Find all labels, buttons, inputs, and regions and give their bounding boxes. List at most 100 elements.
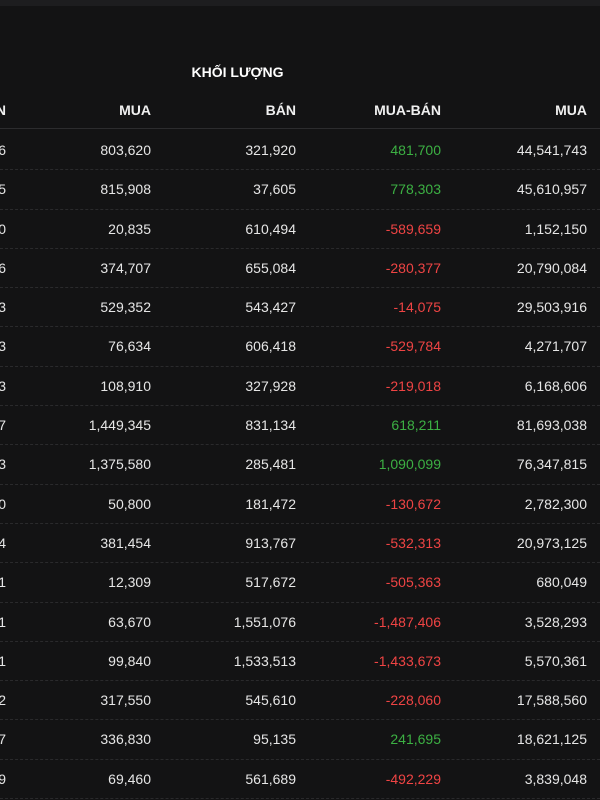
table-row[interactable]: 5 815,908 37,605 778,303 45,610,957 (0, 170, 600, 210)
cell-clipped: 3 (0, 338, 6, 355)
cell-net-volume: -228,060 (385, 692, 441, 709)
cell-buy-volume: 1,449,345 (88, 417, 151, 434)
cell-buy-value: 44,541,743 (516, 142, 587, 158)
cell-buy-value: 76,347,815 (516, 456, 587, 473)
cell-clipped: 6 (0, 259, 6, 276)
cell-sell-volume: 327,928 (245, 377, 296, 394)
cell-sell-volume: 37,605 (253, 181, 296, 198)
column-header-buy-value[interactable]: MUA (555, 96, 587, 124)
table-row[interactable]: 7 336,830 95,135 241,695 18,621,125 (0, 720, 600, 760)
table-row[interactable]: 9 69,460 561,689 -492,229 3,839,048 (0, 760, 600, 800)
cell-buy-value: 18,621,125 (516, 731, 587, 748)
cell-sell-volume: 285,481 (245, 456, 296, 473)
cell-net-volume: -529,784 (385, 338, 441, 355)
cell-clipped: 3 (0, 299, 6, 316)
cell-buy-volume: 1,375,580 (88, 456, 151, 473)
cell-clipped: 3 (0, 377, 6, 394)
table-row[interactable]: 0 50,800 181,472 -130,672 2,782,300 (0, 485, 600, 524)
top-bar (0, 0, 600, 6)
cell-net-volume: 481,700 (390, 142, 441, 158)
table-row[interactable]: 0 20,835 610,494 -589,659 1,152,150 (0, 210, 600, 249)
cell-buy-value: 29,503,916 (516, 299, 587, 316)
cell-net-volume: -1,487,406 (374, 613, 441, 630)
cell-buy-volume: 69,460 (108, 770, 151, 787)
cell-net-volume: -505,363 (385, 574, 441, 591)
cell-buy-value: 20,973,125 (516, 534, 587, 551)
column-header-row: N MUA BÁN MUA-BÁN MUA (0, 96, 600, 124)
cell-sell-volume: 913,767 (245, 534, 296, 551)
cell-buy-volume: 63,670 (108, 613, 151, 630)
cell-buy-volume: 76,634 (108, 338, 151, 355)
column-header-buy[interactable]: MUA (119, 96, 151, 124)
table-row[interactable]: 6 803,620 321,920 481,700 44,541,743 (0, 131, 600, 171)
table-row[interactable]: 3 529,352 543,427 -14,075 29,503,916 (0, 288, 600, 328)
table-row[interactable]: 6 374,707 655,084 -280,377 20,790,084 (0, 249, 600, 289)
cell-buy-volume: 336,830 (100, 731, 151, 748)
cell-net-volume: -532,313 (385, 534, 441, 551)
table-row[interactable]: 3 108,910 327,928 -219,018 6,168,606 (0, 367, 600, 407)
cell-buy-volume: 815,908 (100, 181, 151, 198)
cell-clipped: 5 (0, 181, 6, 198)
cell-sell-volume: 1,551,076 (233, 613, 296, 630)
cell-sell-volume: 181,472 (245, 495, 296, 512)
cell-net-volume: -219,018 (385, 377, 441, 394)
cell-buy-value: 81,693,038 (516, 417, 587, 434)
cell-net-volume: -280,377 (385, 259, 441, 276)
cell-sell-volume: 95,135 (253, 731, 296, 748)
cell-buy-volume: 20,835 (108, 220, 151, 237)
cell-buy-value: 17,588,560 (516, 692, 587, 709)
cell-sell-volume: 543,427 (245, 299, 296, 316)
table-row[interactable]: 3 76,634 606,418 -529,784 4,271,707 (0, 327, 600, 367)
cell-clipped: 7 (0, 731, 6, 748)
cell-buy-volume: 108,910 (100, 377, 151, 394)
cell-sell-volume: 517,672 (245, 574, 296, 591)
cell-buy-value: 4,271,707 (524, 338, 587, 355)
table-row[interactable]: 3 1,375,580 285,481 1,090,099 76,347,815 (0, 445, 600, 485)
cell-net-volume: 241,695 (390, 731, 441, 748)
cell-clipped: 3 (0, 456, 6, 473)
table-row[interactable]: 2 317,550 545,610 -228,060 17,588,560 (0, 681, 600, 721)
cell-sell-volume: 545,610 (245, 692, 296, 709)
table-row[interactable]: 1 99,840 1,533,513 -1,433,673 5,570,361 (0, 642, 600, 682)
table-row[interactable]: 4 381,454 913,767 -532,313 20,973,125 (0, 524, 600, 564)
cell-clipped: 1 (0, 613, 6, 630)
cell-buy-value: 3,528,293 (524, 613, 587, 630)
cell-sell-volume: 831,134 (245, 417, 296, 434)
column-header-net[interactable]: MUA-BÁN (374, 96, 441, 124)
cell-buy-value: 2,782,300 (524, 495, 587, 512)
cell-buy-volume: 99,840 (108, 652, 151, 669)
cell-clipped: 0 (0, 495, 6, 512)
cell-sell-volume: 610,494 (245, 220, 296, 237)
cell-net-volume: 1,090,099 (378, 456, 441, 473)
cell-buy-volume: 803,620 (100, 142, 151, 158)
cell-net-volume: 618,211 (391, 417, 441, 434)
cell-buy-volume: 12,309 (108, 574, 151, 591)
cell-clipped: 2 (0, 692, 6, 709)
column-header-sell[interactable]: BÁN (266, 96, 296, 124)
cell-clipped: 1 (0, 574, 6, 591)
cell-net-volume: -1,433,673 (374, 652, 441, 669)
cell-clipped: 6 (0, 142, 6, 158)
table-body: 6 803,620 321,920 481,700 44,541,743 5 815,908… (0, 131, 600, 800)
column-header-clipped[interactable]: N (0, 96, 6, 124)
cell-clipped: 1 (0, 652, 6, 669)
cell-sell-volume: 1,533,513 (233, 652, 296, 669)
cell-sell-volume: 321,920 (245, 142, 296, 158)
cell-buy-value: 680,049 (536, 574, 587, 591)
cell-net-volume: -14,075 (393, 299, 441, 316)
table-row[interactable]: 1 12,309 517,672 -505,363 680,049 (0, 563, 600, 603)
cell-sell-volume: 655,084 (245, 259, 296, 276)
cell-clipped: 9 (0, 770, 6, 787)
cell-clipped: 7 (0, 417, 6, 434)
cell-net-volume: -589,659 (385, 220, 441, 237)
cell-buy-value: 5,570,361 (524, 652, 587, 669)
cell-buy-value: 6,168,606 (524, 377, 587, 394)
header-divider (0, 128, 600, 129)
table-row[interactable]: 7 1,449,345 831,134 618,211 81,693,038 (0, 406, 600, 446)
cell-clipped: 0 (0, 220, 6, 237)
cell-buy-volume: 50,800 (108, 495, 151, 512)
table-row[interactable]: 1 63,670 1,551,076 -1,487,406 3,528,293 (0, 603, 600, 642)
group-header-volume: KHỐI LƯỢNG (191, 64, 284, 80)
cell-buy-volume: 381,454 (100, 534, 151, 551)
cell-buy-value: 45,610,957 (516, 181, 587, 198)
